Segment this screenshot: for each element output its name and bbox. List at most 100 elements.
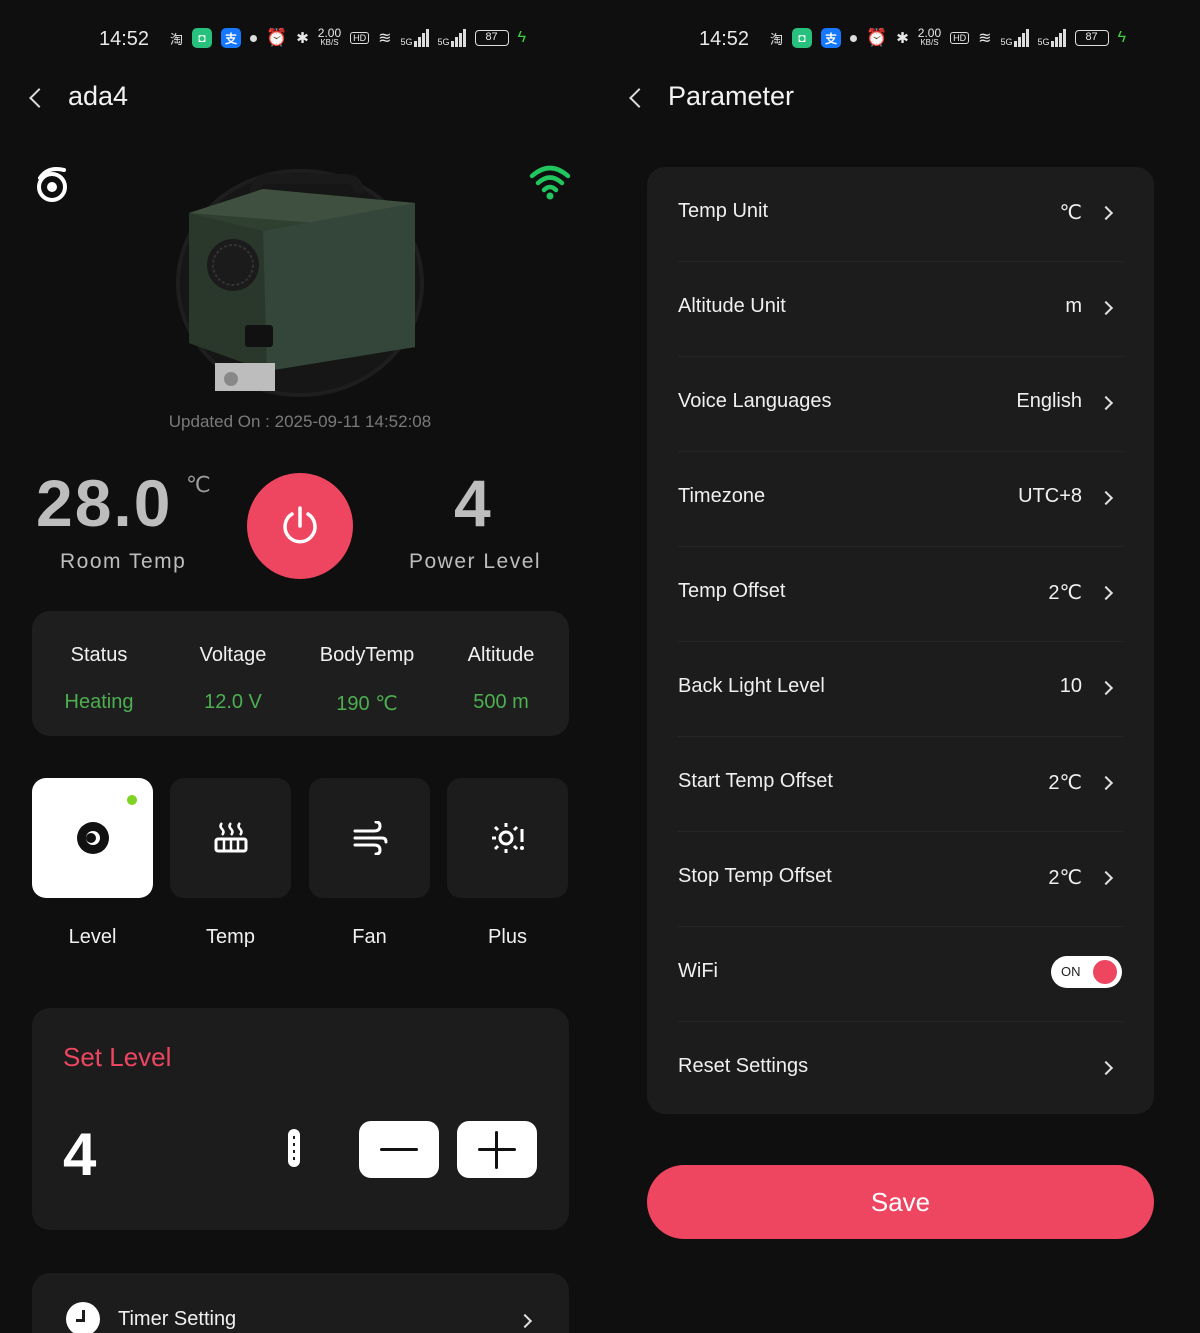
mode-temp-button[interactable] <box>170 778 291 898</box>
param-row-stop-temp-offset[interactable]: Stop Temp Offset 2℃ <box>647 832 1154 927</box>
stats-card: Status Heating Voltage 12.0 V BodyTemp 1… <box>32 611 569 736</box>
device-title: ada4 <box>68 81 129 111</box>
param-row-altitude-unit[interactable]: Altitude Unit m <box>647 262 1154 357</box>
param-row-voice-languages[interactable]: Voice Languages English <box>647 357 1154 452</box>
wifi-toggle[interactable]: ON <box>1051 956 1122 988</box>
stat-label: Voltage <box>199 644 267 666</box>
net-speed: 2.00 KB/S <box>317 26 342 47</box>
stat-value: 500 m <box>473 691 529 713</box>
save-button[interactable]: Save <box>647 1165 1154 1239</box>
status-bar: 14:52 淘 ◘ 支 ⏰ ✱ 2.00 KB/S HD ≋ 5G 5G 87 ϟ <box>600 22 1200 58</box>
mode-level-button[interactable] <box>32 778 153 898</box>
chevron-right-icon <box>1098 775 1114 791</box>
param-label: Timezone <box>678 485 766 507</box>
stat-altitude: Altitude 500 m <box>434 611 568 736</box>
param-row-start-temp-offset[interactable]: Start Temp Offset 2℃ <box>647 737 1154 832</box>
param-label: Temp Offset <box>678 580 786 602</box>
chevron-right-icon <box>517 1313 533 1329</box>
notification-dot-icon <box>850 34 858 42</box>
updated-timestamp: Updated On : 2025-09-11 14:52:08 <box>168 412 432 431</box>
chevron-right-icon <box>1098 1060 1114 1076</box>
plus-mode-icon <box>491 823 524 853</box>
alarm-icon: ⏰ <box>866 28 888 47</box>
bluetooth-icon: ✱ <box>296 30 309 47</box>
wifi-signal-icon: ≋ <box>978 30 992 47</box>
param-value: 2℃ <box>1048 867 1082 889</box>
param-row-reset-settings[interactable]: Reset Settings <box>647 1022 1154 1117</box>
status-bar: 14:52 淘 ◘ 支 ⏰ ✱ 2.00 KB/S HD ≋ 5G 5G 87 ϟ <box>0 22 600 58</box>
battery-icon: 87 <box>1074 30 1109 46</box>
power-icon <box>283 506 317 544</box>
stat-value: Heating <box>64 691 134 713</box>
mode-fan-button[interactable] <box>309 778 430 898</box>
parameter-header: Parameter <box>600 78 1200 118</box>
room-temp-label: Room Temp <box>60 550 187 573</box>
param-label: WiFi <box>678 960 718 982</box>
back-button[interactable] <box>624 82 648 112</box>
room-temp-unit: ℃ <box>186 472 211 497</box>
param-row-wifi: WiFi ON <box>647 927 1154 1022</box>
status-icons: 淘 ◘ 支 ⏰ ✱ 2.00 KB/S HD ≋ 5G 5G 87 ϟ <box>770 26 1126 48</box>
alipay-icon: 支 <box>221 28 242 48</box>
param-row-temp-offset[interactable]: Temp Offset 2℃ <box>647 547 1154 642</box>
timer-setting-row[interactable]: Timer Setting <box>32 1273 569 1333</box>
cell-signal-2-icon: 5G <box>1038 29 1066 47</box>
mode-level-label: Level <box>68 926 117 948</box>
bluetooth-icon: ✱ <box>896 30 909 47</box>
device-screen: 14:52 淘 ◘ 支 ⏰ ✱ 2.00 KB/S HD ≋ 5G 5G 87 ϟ… <box>0 0 600 1333</box>
mi-app-icon: ◘ <box>792 28 813 48</box>
param-label: Start Temp Offset <box>678 770 833 792</box>
mode-fan-label: Fan <box>352 926 387 948</box>
decrease-level-button[interactable] <box>359 1121 439 1178</box>
param-row-back-light-level[interactable]: Back Light Level 10 <box>647 642 1154 737</box>
mode-plus-label: Plus <box>488 926 527 948</box>
stat-label: Altitude <box>467 644 535 666</box>
timer-setting-label: Timer Setting <box>118 1308 237 1330</box>
stat-status: Status Heating <box>32 611 166 736</box>
chevron-right-icon <box>1098 680 1114 696</box>
charging-icon: ϟ <box>517 29 527 46</box>
param-value: UTC+8 <box>1018 485 1082 507</box>
param-label: Temp Unit <box>678 200 769 222</box>
taobao-icon: 淘 <box>770 31 784 47</box>
stat-bodytemp: BodyTemp 190 ℃ <box>300 611 434 736</box>
parameter-screen: 14:52 淘 ◘ 支 ⏰ ✱ 2.00 KB/S HD ≋ 5G 5G 87 ϟ… <box>600 0 1200 1333</box>
clock-icon <box>66 1302 100 1333</box>
param-row-temp-unit[interactable]: Temp Unit ℃ <box>647 167 1154 262</box>
toggle-state: ON <box>1061 964 1081 979</box>
alipay-icon: 支 <box>821 28 842 48</box>
mode-plus-button[interactable] <box>447 778 568 898</box>
net-speed: 2.00 KB/S <box>917 26 942 47</box>
status-icons: 淘 ◘ 支 ⏰ ✱ 2.00 KB/S HD ≋ 5G 5G 87 ϟ <box>170 26 527 48</box>
level-icon <box>76 822 109 854</box>
chevron-right-icon <box>1098 585 1114 601</box>
set-level-card: Set Level 4 <box>32 1008 569 1230</box>
parameter-list: Temp Unit ℃ Altitude Unit m Voice Langua… <box>647 167 1154 1114</box>
chevron-right-icon <box>1098 205 1114 221</box>
chevron-right-icon <box>1098 395 1114 411</box>
stat-value: 190 ℃ <box>336 693 398 715</box>
power-level-label: Power Level <box>409 550 542 573</box>
hd-icon: HD <box>950 32 970 44</box>
param-label: Back Light Level <box>678 675 825 697</box>
device-header: ada4 <box>0 78 600 118</box>
stat-label: BodyTemp <box>319 644 415 666</box>
parameter-title: Parameter <box>668 81 795 111</box>
heater-icon <box>214 822 247 853</box>
param-row-timezone[interactable]: Timezone UTC+8 <box>647 452 1154 547</box>
level-indicator-icon <box>288 1129 300 1167</box>
brand-logo-icon <box>37 167 67 202</box>
chevron-right-icon <box>1098 490 1114 506</box>
cell-signal-icon: 5G <box>1001 29 1029 47</box>
param-value: ℃ <box>1059 202 1082 224</box>
cell-signal-icon: 5G <box>401 29 429 47</box>
stat-label: Status <box>70 644 128 666</box>
param-label: Stop Temp Offset <box>678 865 832 887</box>
status-time: 14:52 <box>99 28 150 50</box>
increase-level-button[interactable] <box>457 1121 537 1178</box>
param-value: English <box>1016 390 1082 412</box>
hd-icon: HD <box>350 32 370 44</box>
back-button[interactable] <box>24 82 48 112</box>
power-button[interactable] <box>247 473 353 579</box>
param-value: 2℃ <box>1048 582 1082 604</box>
